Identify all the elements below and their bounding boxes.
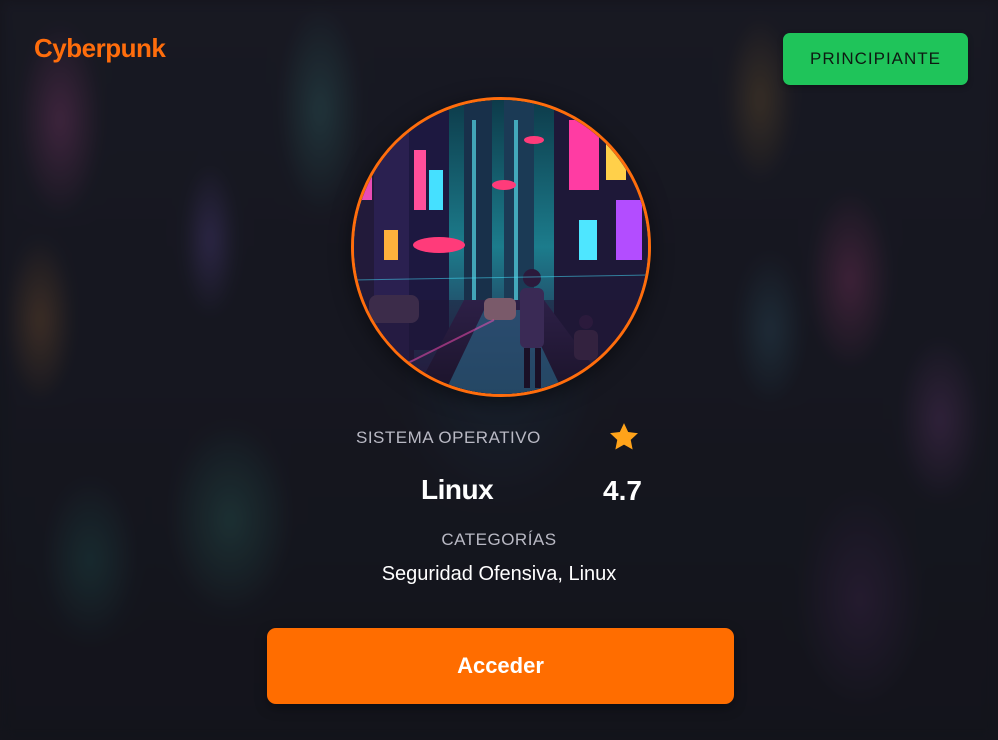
course-title: Cyberpunk <box>34 33 166 63</box>
access-button[interactable]: Acceder <box>267 628 734 704</box>
level-badge: PRINCIPIANTE <box>783 33 968 85</box>
rating-value: 4.7 <box>603 475 642 506</box>
course-image <box>351 97 651 397</box>
os-label: SISTEMA OPERATIVO <box>356 428 541 447</box>
cyberpunk-city-illustration <box>354 100 648 394</box>
star-icon <box>610 423 638 450</box>
os-value: Linux <box>421 474 494 505</box>
categories-label: CATEGORÍAS <box>441 530 557 549</box>
categories-value: Seguridad Ofensiva, Linux <box>381 563 617 585</box>
